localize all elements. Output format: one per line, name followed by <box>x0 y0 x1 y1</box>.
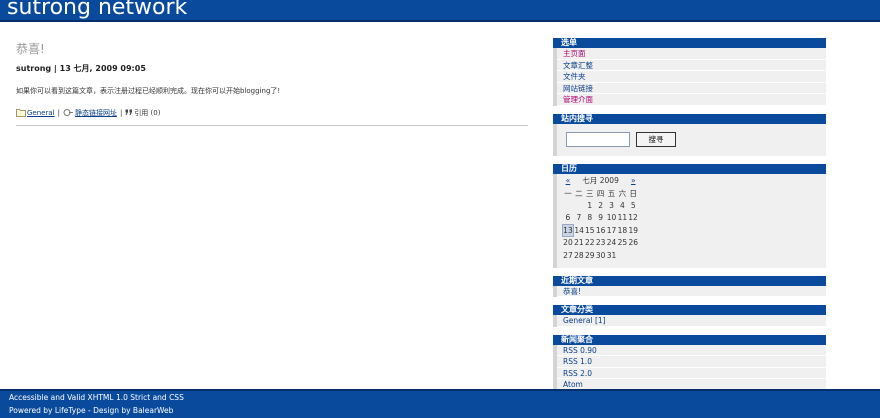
calendar-month: 七月 2009 <box>582 176 619 186</box>
calendar-weekday: 一 <box>564 188 572 198</box>
calendar-nav-row: « 七月 2009 » <box>563 175 639 187</box>
calendar-day: 28 <box>574 250 584 260</box>
feeds-box: 新闻聚合 RSS 0.90 RSS 1.0 RSS 2.0 Atom <box>553 334 826 391</box>
calendar-day: 27 <box>563 250 573 260</box>
calendar-day: 9 <box>598 213 603 223</box>
calendar-weekday: 日 <box>629 188 638 198</box>
calendar-day: 14 <box>574 225 584 235</box>
menu-item-links[interactable]: 网站链接 <box>557 83 826 94</box>
category-item-general[interactable]: General [1] <box>557 315 826 327</box>
feeds-title: 新闻聚合 <box>553 334 826 345</box>
calendar-day: 16 <box>595 225 606 235</box>
calendar-box: 日历 « 七月 2009 » 一二三四五六日 1 2 3 4 5 6 7 8 9 10 11 12 13… <box>553 163 826 268</box>
calendar-day: 20 <box>563 238 573 248</box>
calendar-day: 2 <box>598 200 603 210</box>
calendar-day: 17 <box>606 225 617 235</box>
site-title[interactable]: sutrong network <box>7 0 187 22</box>
calendar-weekday: 四 <box>596 188 605 198</box>
categories-box: 文章分类 General [1] <box>553 305 826 327</box>
calendar-empty-cell <box>617 249 628 261</box>
trackbacks-link[interactable]: 引用 (0) <box>134 108 160 118</box>
footer-separator: | <box>57 109 60 117</box>
calendar-week-row: 6 7 8 9 10 11 12 <box>563 212 639 224</box>
main-content: 恭喜! sutrong | 13 七月, 2009 09:05 如果你可以看到这… <box>16 40 528 126</box>
menu-item-home[interactable]: 主页面 <box>557 48 826 60</box>
feed-item-rss20[interactable]: RSS 2.0 <box>557 368 826 379</box>
permalink-link[interactable]: 静态链接网址 <box>75 108 117 118</box>
calendar-day: 22 <box>584 238 595 248</box>
calendar-day: 30 <box>595 250 606 260</box>
menu-box: 选单 主页面 文章汇整 文件夹 网站链接 管理介面 <box>553 38 826 106</box>
post-footer: General | 静态链接网址 | 引用 (0) <box>16 108 528 118</box>
calendar-day: 29 <box>584 250 595 260</box>
calendar-week-row: 13 14 15 16 17 18 19 <box>562 223 639 237</box>
calendar-day: 24 <box>606 238 617 248</box>
calendar-day: 3 <box>609 200 614 210</box>
footer-credits-text: Powered by LifeType - Design by BalearWe… <box>9 406 174 415</box>
post-meta: sutrong | 13 七月, 2009 09:05 <box>16 64 146 73</box>
quote-icon <box>125 108 133 119</box>
calendar-title: 日历 <box>553 163 826 174</box>
recent-posts-title: 近期文章 <box>553 275 826 286</box>
search-button[interactable]: 搜寻 <box>636 131 676 147</box>
calendar-weekday: 六 <box>618 188 627 198</box>
menu-item-admin[interactable]: 管理介面 <box>557 94 826 106</box>
calendar-day: 26 <box>628 238 639 248</box>
recent-posts-box: 近期文章 恭喜! <box>553 275 826 297</box>
menu-title: 选单 <box>553 38 826 48</box>
calendar-weekday: 二 <box>575 188 583 198</box>
feed-item-rss090[interactable]: RSS 0.90 <box>557 345 826 356</box>
recent-post-item[interactable]: 恭喜! <box>557 286 826 297</box>
calendar-day: 25 <box>617 238 628 248</box>
calendar-weekday-row: 一二三四五六日 <box>563 187 639 199</box>
calendar-day: 1 <box>587 200 593 210</box>
calendar-day: 5 <box>630 200 636 210</box>
search-box: 站内搜寻 搜寻 <box>553 113 826 156</box>
calendar-day: 8 <box>587 213 593 223</box>
folder-icon <box>16 108 26 119</box>
sidebar: 选单 主页面 文章汇整 文件夹 网站链接 管理介面 站内搜寻 搜寻 日历 « 七… <box>553 38 826 399</box>
calendar-day: 15 <box>584 225 595 235</box>
calendar-week-row: 27 28 29 30 31 <box>563 249 639 261</box>
calendar-day: 12 <box>628 213 638 223</box>
calendar-day: 11 <box>617 213 628 223</box>
feed-item-rss10[interactable]: RSS 1.0 <box>557 356 826 368</box>
calendar-day: 19 <box>628 225 639 235</box>
footer-separator: | <box>119 109 123 117</box>
calendar-day: 6 <box>565 213 571 223</box>
calendar-day: 23 <box>595 238 606 248</box>
calendar-day: 18 <box>617 225 628 235</box>
menu-item-files[interactable]: 文件夹 <box>557 71 826 83</box>
link-icon <box>63 108 74 119</box>
calendar-week-row: 12345 <box>563 199 639 211</box>
calendar-weekday: 三 <box>585 188 594 198</box>
calendar-day[interactable]: 13 <box>562 223 574 237</box>
calendar-day: 7 <box>576 213 582 223</box>
categories-title: 文章分类 <box>553 305 826 315</box>
calendar-day: 4 <box>620 200 625 210</box>
calendar-empty-cell <box>563 199 574 211</box>
post-category-link[interactable]: General <box>27 109 55 117</box>
site-footer: Accessible and Valid XHTML 1.0 Strict an… <box>0 389 880 418</box>
post-body: 如果你可以看到这篇文章，表示注册过程已经顺利完成。现在你可以开始blogging… <box>16 87 281 95</box>
calendar-day: 10 <box>606 213 617 223</box>
calendar-day: 21 <box>574 238 584 248</box>
calendar-table: « 七月 2009 » 一二三四五六日 1 2 3 4 5 6 7 8 9 10 11 12 13 14 1… <box>562 175 639 262</box>
calendar-empty-cell <box>573 199 584 211</box>
post-divider <box>16 125 528 126</box>
calendar-next-link[interactable]: » <box>628 175 639 187</box>
search-title: 站内搜寻 <box>553 113 826 124</box>
menu-item-archives[interactable]: 文章汇整 <box>557 60 826 71</box>
calendar-week-row: 20 21 22 23 24 25 26 <box>563 236 639 248</box>
calendar-prev-link[interactable]: « <box>563 175 574 187</box>
calendar-empty-cell <box>628 249 639 261</box>
site-header: sutrong network <box>0 0 880 22</box>
post-title[interactable]: 恭喜! <box>16 40 528 58</box>
footer-validation-text: Accessible and Valid XHTML 1.0 Strict an… <box>9 393 184 402</box>
search-input[interactable] <box>566 131 630 147</box>
calendar-weekday: 五 <box>607 188 616 198</box>
calendar-day: 31 <box>606 250 617 260</box>
